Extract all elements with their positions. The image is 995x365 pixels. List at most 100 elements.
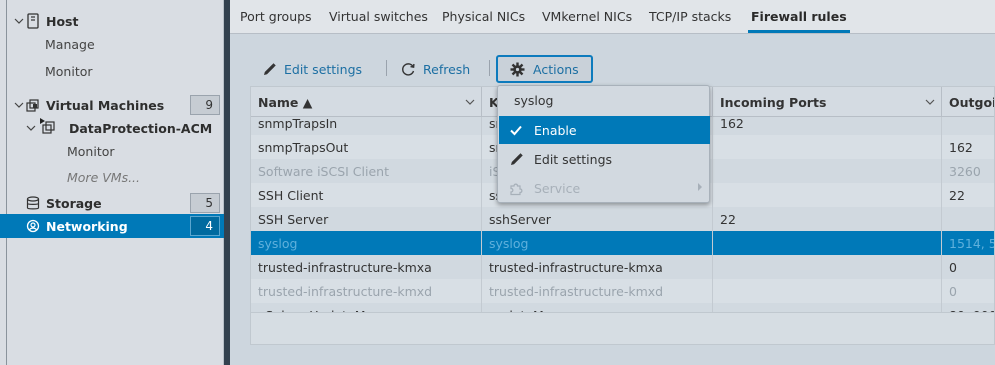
cell-key: updateManager <box>482 303 712 313</box>
pencil-icon <box>264 62 276 75</box>
sidebar-item-host[interactable]: Host <box>0 9 224 33</box>
chevron-down-icon[interactable] <box>14 16 24 26</box>
cell-name: trusted-infrastructure-kmxa <box>258 259 432 275</box>
count-badge: 5 <box>190 193 220 213</box>
sidebar-item-more-vms[interactable]: More VMs... <box>0 165 224 189</box>
column-label: Name ▲ <box>258 94 313 110</box>
cell-outgoing-ports: 0 <box>949 259 957 275</box>
cell-name: snmpTrapsIn <box>258 117 338 131</box>
column-label: Incoming Ports <box>720 94 827 110</box>
edit-settings-label: Edit settings <box>284 61 363 77</box>
toolbar-separator <box>489 60 490 76</box>
refresh-icon <box>402 62 415 76</box>
cell-incoming-ports <box>713 135 941 159</box>
vm-running-icon <box>40 118 55 134</box>
column-header-incoming-ports[interactable]: Incoming Ports <box>713 87 941 117</box>
cell-name: vSphereUpdateManager <box>251 303 481 313</box>
sidebar-item-storage[interactable]: Storage 5 <box>0 191 224 215</box>
cell-name: Software iSCSI Client <box>258 163 389 179</box>
actions-label: Actions <box>533 61 579 77</box>
puzzle-icon <box>509 181 524 199</box>
sidebar-item-label: Storage <box>46 195 102 211</box>
table-row[interactable]: vSphereUpdateManagerupdateManager 80, 900… <box>251 303 994 313</box>
sidebar: Host Manage Monitor Virtual Machines 9 D… <box>0 0 224 365</box>
column-label: Outgoing Ports <box>949 94 994 110</box>
cell-incoming-ports <box>713 183 941 207</box>
tab-firewall-rules[interactable]: Firewall rules <box>748 0 850 33</box>
chevron-right-icon <box>696 182 704 195</box>
sidebar-item-dataprotection-acm[interactable]: DataProtection-ACM <box>0 116 224 140</box>
tab-virtual-switches[interactable]: Virtual switches <box>329 0 428 33</box>
column-divider <box>941 117 942 312</box>
tab-vmkernel-nics[interactable]: VMkernel NICs <box>542 0 632 33</box>
sidebar-item-label: Virtual Machines <box>46 97 165 113</box>
cell-name: SSH Server <box>258 211 329 227</box>
table-row[interactable]: SSH Server sshServer 22 <box>251 207 994 231</box>
storage-icon <box>26 196 40 210</box>
refresh-button[interactable]: Refresh <box>401 55 470 83</box>
cell-outgoing-ports: 1514, 514 <box>949 235 994 251</box>
sidebar-item-vm-monitor[interactable]: Monitor <box>0 139 224 163</box>
tab-tcpip-stacks[interactable]: TCP/IP stacks <box>649 0 731 33</box>
refresh-label: Refresh <box>423 61 471 77</box>
count-badge: 9 <box>190 95 220 115</box>
table-row[interactable]: trusted-infrastructure-kmxa trusted-infra… <box>251 255 994 279</box>
cell-name: SSH Client <box>258 187 324 203</box>
menu-item-edit-settings[interactable]: Edit settings <box>499 145 710 173</box>
table-footer <box>251 312 994 344</box>
menu-title: syslog <box>514 93 554 108</box>
actions-button[interactable]: Actions <box>496 55 593 83</box>
cell-incoming-ports: 22 <box>720 211 736 227</box>
cell-incoming-ports <box>713 255 941 279</box>
sidebar-item-label: Monitor <box>45 63 93 79</box>
sidebar-item-manage[interactable]: Manage <box>0 32 224 56</box>
check-icon <box>509 123 523 140</box>
menu-item-label: Enable <box>534 122 577 138</box>
edit-settings-button[interactable]: Edit settings <box>262 55 362 83</box>
chevron-down-icon[interactable] <box>465 97 475 110</box>
cell-incoming-ports <box>713 279 941 303</box>
menu-item-enable[interactable]: Enable <box>499 116 710 144</box>
column-header-name[interactable]: Name ▲ <box>251 87 481 117</box>
tab-port-groups[interactable]: Port groups <box>240 0 312 33</box>
cell-key: trusted-infrastructure-kmxa <box>489 259 663 275</box>
sidebar-item-monitor[interactable]: Monitor <box>0 59 224 83</box>
sidebar-item-label: Manage <box>45 36 95 52</box>
vm-stack-icon <box>26 98 40 112</box>
sidebar-item-label: Monitor <box>67 143 115 159</box>
cell-key: sshServer <box>489 211 551 227</box>
tab-physical-nics[interactable]: Physical NICs <box>442 0 525 33</box>
host-icon <box>26 13 40 29</box>
sidebar-item-networking[interactable]: Networking 4 <box>0 214 224 238</box>
actions-dropdown-menu: syslog Enable Edit settings Service <box>497 85 710 203</box>
cell-key: syslog <box>489 235 529 251</box>
sidebar-item-label: More VMs... <box>67 169 141 185</box>
menu-item-label: Service <box>534 180 581 196</box>
cell-incoming-ports <box>713 303 941 312</box>
cell-name: snmpTrapsOut <box>258 139 349 155</box>
menu-item-service[interactable]: Service <box>499 174 710 202</box>
network-icon <box>26 219 40 233</box>
column-divider <box>481 117 482 312</box>
chevron-down-icon[interactable] <box>26 123 36 133</box>
column-divider <box>712 117 713 312</box>
cell-outgoing-ports: 0 <box>949 283 957 299</box>
sidebar-item-virtual-machines[interactable]: Virtual Machines 9 <box>0 93 224 117</box>
cell-incoming-ports: 162 <box>720 117 744 131</box>
chevron-down-icon[interactable] <box>14 100 24 110</box>
gear-icon <box>510 62 525 76</box>
pencil-icon <box>509 152 524 170</box>
table-row[interactable]: syslog syslog 1514, 514 <box>251 231 994 255</box>
column-header-outgoing-ports[interactable]: Outgoing Ports <box>942 87 994 117</box>
cell-outgoing-ports: 80, 9000 <box>942 303 994 313</box>
cell-outgoing-ports <box>942 207 994 231</box>
sidebar-item-label: Host <box>46 13 79 29</box>
cell-outgoing-ports: 3260 <box>949 163 981 179</box>
main-content: Port groups Virtual switches Physical NI… <box>230 0 995 365</box>
table-row[interactable]: trusted-infrastructure-kmxd trusted-infra… <box>251 279 994 303</box>
chevron-down-icon[interactable] <box>925 97 935 110</box>
sidebar-item-label: Networking <box>46 218 128 234</box>
count-badge: 4 <box>190 216 220 236</box>
cell-incoming-ports <box>713 159 941 183</box>
tab-bar: Port groups Virtual switches Physical NI… <box>230 0 995 34</box>
